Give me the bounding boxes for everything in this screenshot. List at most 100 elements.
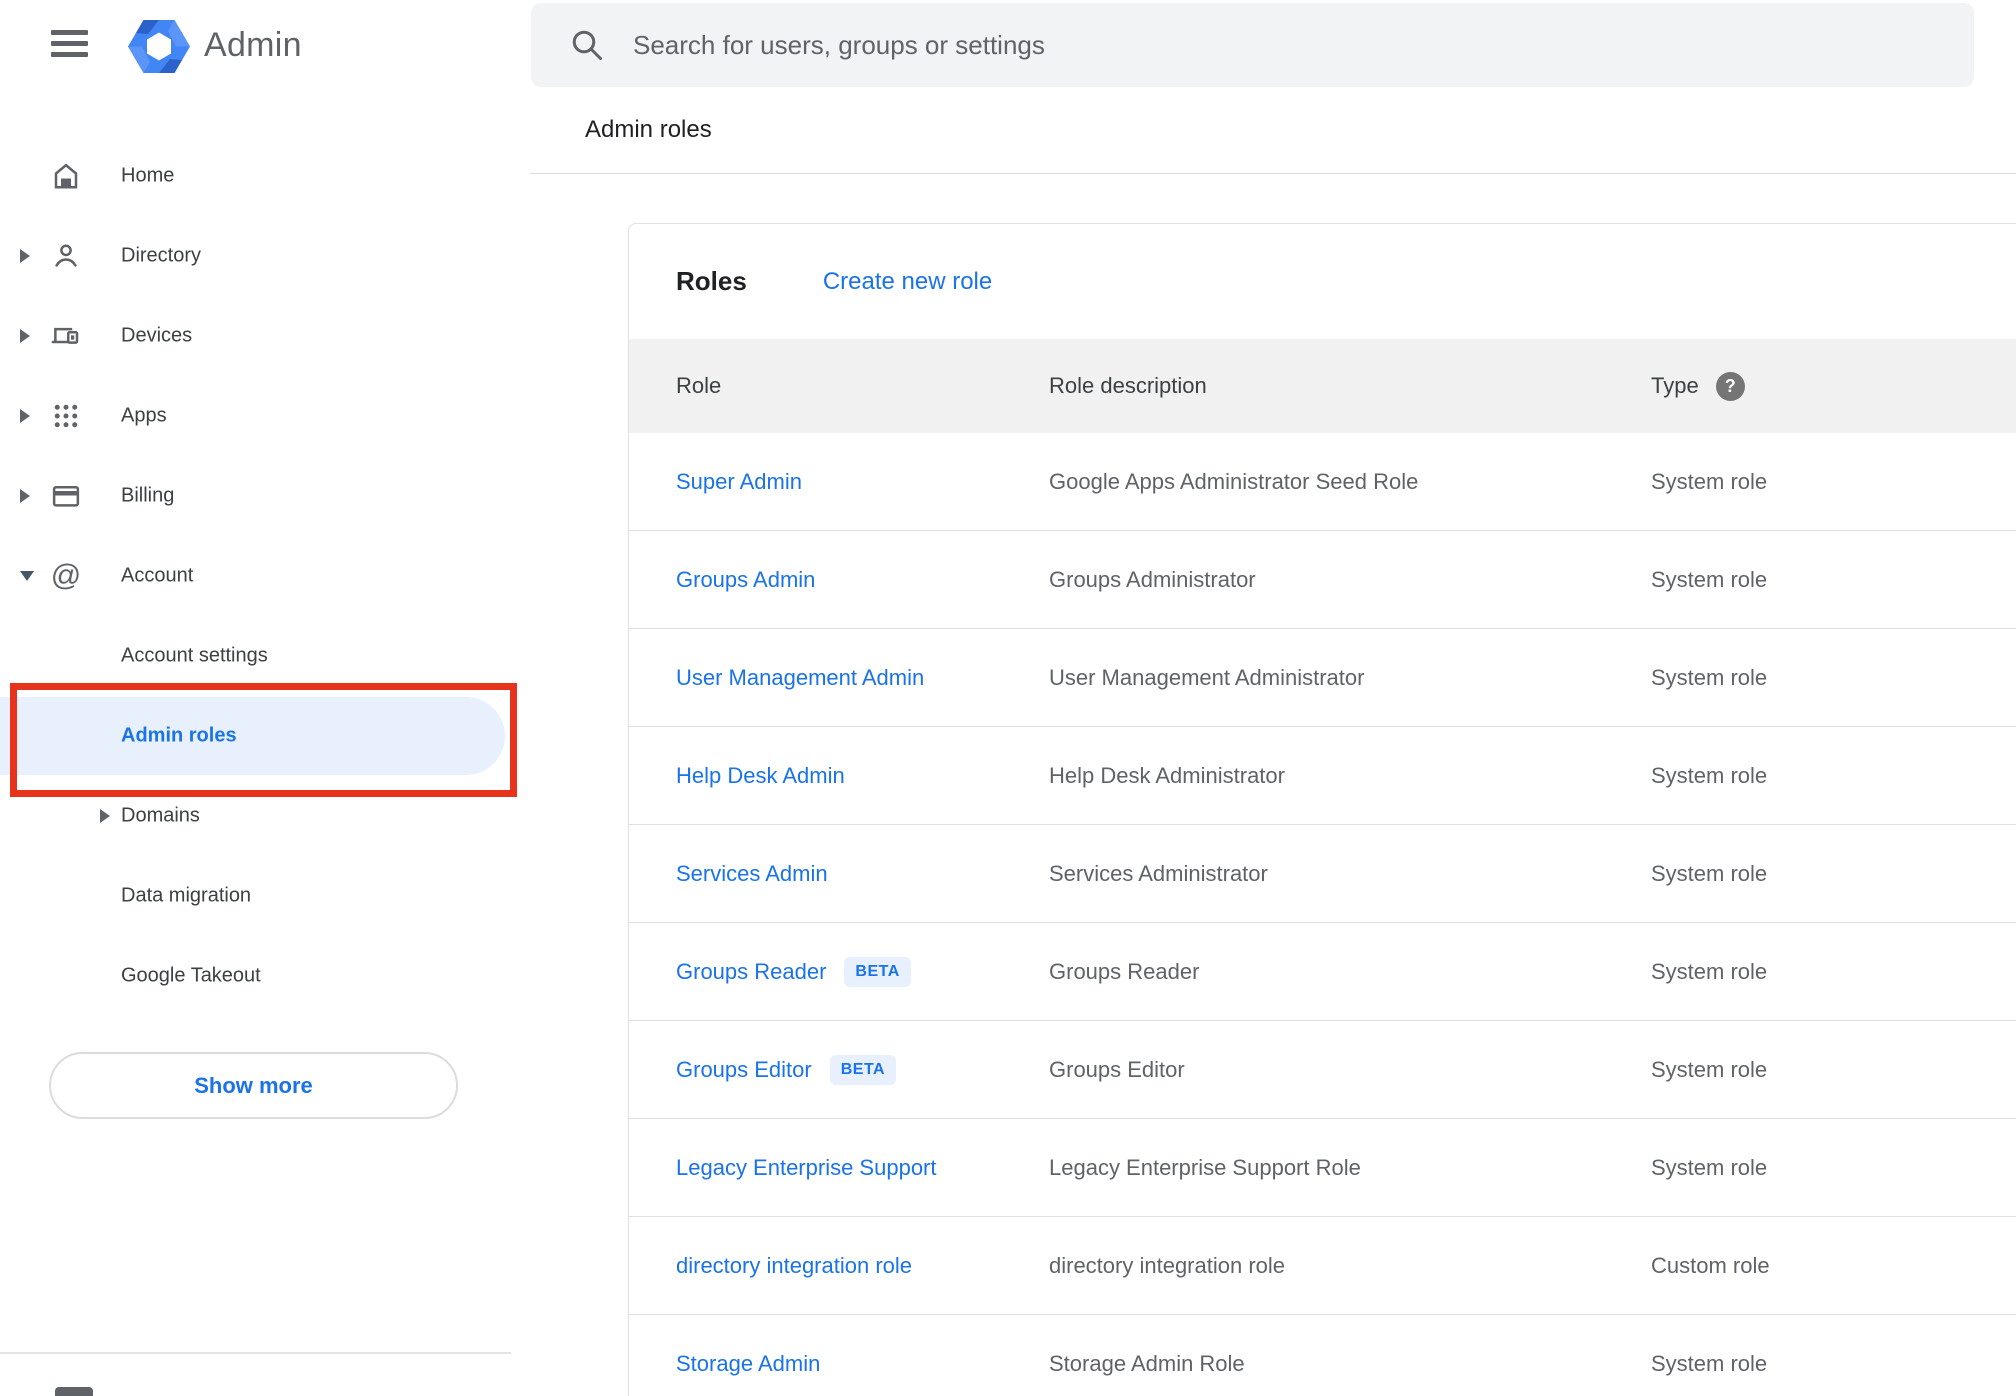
sidebar-item-apps[interactable]: Apps — [0, 376, 530, 456]
chevron-down-icon[interactable] — [20, 571, 34, 581]
beta-badge: BETA — [844, 956, 911, 987]
partial-bottom-icon — [55, 1387, 93, 1396]
role-link[interactable]: Help Desk Admin — [676, 763, 845, 789]
role-link[interactable]: Super Admin — [676, 469, 802, 495]
admin-console-screen: Admin Admin roles Home Directory Devices Ap… — [0, 0, 2016, 1396]
role-link[interactable]: Legacy Enterprise Support — [676, 1155, 937, 1181]
role-type: System role — [1651, 1056, 1768, 1082]
role-description: Groups Editor — [1049, 1056, 1185, 1082]
role-description: directory integration role — [1049, 1252, 1286, 1278]
sidebar-item-label: Account — [121, 564, 194, 587]
role-type: System role — [1651, 468, 1768, 494]
sidebar-item-label: Directory — [121, 244, 202, 267]
role-description: Help Desk Administrator — [1049, 762, 1285, 788]
sidebar-item-label: Home — [121, 164, 175, 187]
table-row: Storage Admin Storage Admin Role System ro… — [629, 1315, 2016, 1396]
home-icon — [51, 161, 81, 191]
sidebar-item-google-takeout[interactable]: Google Takeout — [0, 936, 530, 1016]
sidebar-item-label: Admin roles — [121, 724, 237, 747]
table-row: Services Admin Services Administrator Syst… — [629, 825, 2016, 923]
sidebar-item-home[interactable]: Home — [0, 136, 530, 216]
create-new-role-link[interactable]: Create new role — [823, 268, 992, 296]
chevron-right-icon[interactable] — [20, 489, 30, 503]
role-link[interactable]: Groups Admin — [676, 567, 815, 593]
search-icon — [572, 30, 602, 60]
role-cell: User Management Admin — [676, 665, 1049, 691]
apps-grid-icon — [51, 401, 81, 431]
show-more-button[interactable]: Show more — [49, 1052, 458, 1119]
role-link[interactable]: directory integration role — [676, 1253, 912, 1279]
role-description: Legacy Enterprise Support Role — [1049, 1154, 1361, 1180]
sidebar-item-label: Devices — [121, 324, 193, 347]
role-link[interactable]: User Management Admin — [676, 665, 924, 691]
role-type: System role — [1651, 860, 1768, 886]
role-link[interactable]: Services Admin — [676, 861, 828, 887]
role-type: System role — [1651, 1350, 1768, 1376]
devices-icon — [51, 321, 81, 351]
role-description: Services Administrator — [1049, 860, 1268, 886]
search-bar[interactable] — [531, 3, 1974, 87]
role-description: User Management Administrator — [1049, 664, 1365, 690]
column-header-role: Role — [676, 373, 722, 398]
role-cell: Super Admin — [676, 469, 1049, 495]
table-row: directory integration role directory inte… — [629, 1217, 2016, 1315]
beta-badge: BETA — [829, 1054, 897, 1085]
sidebar-item-label: Data migration — [121, 884, 252, 907]
roles-table-body: Super Admin Google Apps Administrator See… — [629, 433, 2016, 1396]
sidebar-item-label: Billing — [121, 484, 175, 507]
sidebar-item-label: Google Takeout — [121, 964, 261, 987]
sidebar-item-data-migration[interactable]: Data migration — [0, 856, 530, 936]
table-row: Groups Editor BETA Groups Editor System rol… — [629, 1021, 2016, 1119]
role-cell: Help Desk Admin — [676, 763, 1049, 789]
chevron-right-icon[interactable] — [100, 809, 110, 823]
role-type: System role — [1651, 1154, 1768, 1180]
role-description: Groups Reader — [1049, 958, 1200, 984]
chevron-right-icon[interactable] — [20, 409, 30, 423]
role-type: System role — [1651, 762, 1768, 788]
sidebar-item-label: Apps — [121, 404, 167, 427]
role-cell: Groups Reader BETA — [676, 956, 1049, 987]
sidebar-item-account-settings[interactable]: Account settings — [0, 616, 530, 696]
role-link[interactable]: Groups Editor — [676, 1057, 812, 1083]
sidebar-item-account[interactable]: @ Account — [0, 536, 530, 616]
hamburger-menu-icon[interactable] — [45, 22, 93, 66]
role-cell: Services Admin — [676, 861, 1049, 887]
card-title: Roles — [676, 266, 747, 296]
app-title: Admin — [204, 26, 302, 64]
table-row: Groups Reader BETA Groups Reader System rol… — [629, 923, 2016, 1021]
help-icon[interactable]: ? — [1715, 371, 1745, 401]
sidebar-item-billing[interactable]: Billing — [0, 456, 530, 536]
search-input[interactable] — [633, 29, 1944, 61]
table-row: Help Desk Admin Help Desk Administrator Sy… — [629, 727, 2016, 825]
roles-card: Roles Create new role Role Role descript… — [628, 223, 2016, 1396]
role-link[interactable]: Storage Admin — [676, 1351, 820, 1377]
role-description: Google Apps Administrator Seed Role — [1049, 468, 1419, 494]
role-cell: Groups Editor BETA — [676, 1054, 1049, 1085]
sidebar-item-directory[interactable]: Directory — [0, 216, 530, 296]
role-type: System role — [1651, 958, 1768, 984]
person-icon — [51, 241, 81, 271]
chevron-right-icon[interactable] — [20, 249, 30, 263]
role-cell: Storage Admin — [676, 1351, 1049, 1377]
role-description: Storage Admin Role — [1049, 1350, 1245, 1376]
sidebar-item-domains[interactable]: Domains — [0, 776, 530, 856]
role-type: System role — [1651, 566, 1768, 592]
sidebar-item-label: Domains — [121, 804, 200, 827]
breadcrumb-bar: Admin roles — [530, 87, 2016, 174]
role-link[interactable]: Groups Reader — [676, 959, 826, 985]
table-row: Super Admin Google Apps Administrator See… — [629, 433, 2016, 531]
table-row: User Management Admin User Management Adm… — [629, 629, 2016, 727]
selected-item-highlight — [0, 697, 505, 775]
role-type: System role — [1651, 664, 1768, 690]
sidebar-item-devices[interactable]: Devices — [0, 296, 530, 376]
at-sign-icon: @ — [50, 559, 82, 592]
sidebar-bottom-divider — [0, 1352, 511, 1354]
credit-card-icon — [51, 481, 81, 511]
breadcrumb: Admin roles — [585, 116, 712, 143]
role-cell: Groups Admin — [676, 567, 1049, 593]
google-admin-logo-icon — [128, 20, 190, 73]
chevron-right-icon[interactable] — [20, 329, 30, 343]
sidebar-item-admin-roles[interactable]: Admin roles — [0, 696, 530, 776]
table-row: Groups Admin Groups Administrator System r… — [629, 531, 2016, 629]
role-cell: directory integration role — [676, 1253, 1049, 1279]
